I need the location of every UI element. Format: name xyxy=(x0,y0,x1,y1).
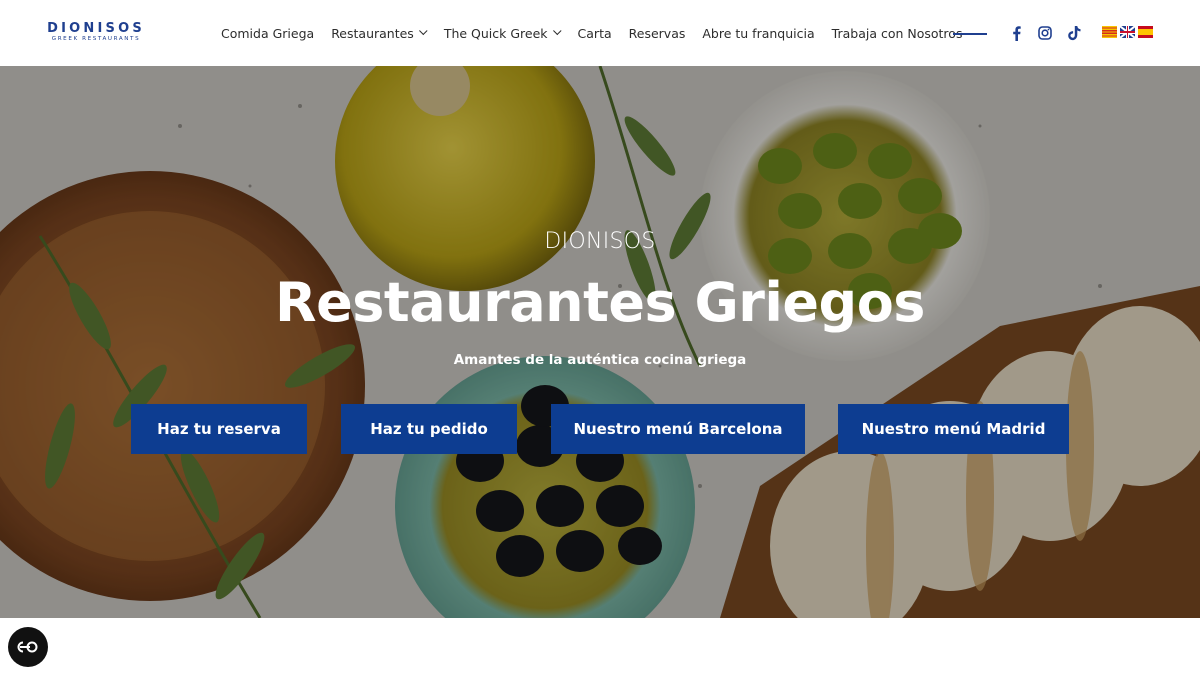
chevron-down-icon xyxy=(552,26,562,36)
hero-subtitle: Amantes de la auténtica cocina griega xyxy=(453,352,747,368)
accessibility-toggle-icon xyxy=(17,641,38,653)
flag-spanish-icon[interactable] xyxy=(1138,26,1153,38)
nav-item-abre-tu-franquicia[interactable]: Abre tu franquicia xyxy=(702,26,814,41)
language-selector xyxy=(1102,26,1153,40)
accessibility-toggle-button[interactable] xyxy=(8,627,48,667)
nav-item-restaurantes[interactable]: Restaurantes xyxy=(331,25,428,41)
nav-item-label: Comida Griega xyxy=(221,25,315,41)
nav-item-the-quick-greek[interactable]: The Quick Greek xyxy=(443,25,562,41)
instagram-icon[interactable] xyxy=(1037,24,1053,42)
nav-item-label: Abre tu franquicia xyxy=(702,25,815,41)
site-logo[interactable]: DIONISOS GREEK RESTAURANTS xyxy=(42,21,150,45)
main-nav: Comida Griega Restaurantes The Quick Gre… xyxy=(221,0,979,66)
logo-tagline: GREEK RESTAURANTS xyxy=(51,36,141,42)
nav-item-carta[interactable]: Carta xyxy=(578,26,612,41)
flag-catalan-icon[interactable] xyxy=(1102,26,1117,38)
nav-item-trabaja-con-nosotros[interactable]: Trabaja con Nosotros xyxy=(832,26,963,41)
nav-divider xyxy=(953,33,987,35)
tiktok-icon[interactable] xyxy=(1066,24,1082,42)
hero-title: Restaurantes Griegos xyxy=(275,271,925,334)
flag-english-icon[interactable] xyxy=(1120,26,1135,38)
hero-overlay xyxy=(0,66,1200,618)
nav-item-label: Carta xyxy=(577,25,612,41)
chevron-down-icon xyxy=(418,26,428,36)
hero-kicker: DIONISOS xyxy=(544,229,656,254)
menu-barcelona-button[interactable]: Nuestro menú Barcelona xyxy=(551,404,805,454)
order-button[interactable]: Haz tu pedido xyxy=(341,404,517,454)
nav-item-label: Trabaja con Nosotros xyxy=(831,25,963,41)
hero-section: DIONISOS Restaurantes Griegos Amantes de… xyxy=(0,66,1200,618)
reserve-button[interactable]: Haz tu reserva xyxy=(131,404,307,454)
nav-item-reservas[interactable]: Reservas xyxy=(629,26,686,41)
menu-madrid-button[interactable]: Nuestro menú Madrid xyxy=(838,404,1069,454)
nav-item-label: The Quick Greek xyxy=(443,25,548,41)
logo-wordmark: DIONISOS xyxy=(47,21,145,36)
site-header: DIONISOS GREEK RESTAURANTS Comida Griega… xyxy=(0,0,1200,66)
nav-item-label: Restaurantes xyxy=(331,25,414,41)
facebook-icon[interactable] xyxy=(1008,24,1024,42)
nav-item-label: Reservas xyxy=(628,25,686,41)
nav-item-comida-griega[interactable]: Comida Griega xyxy=(221,26,314,41)
